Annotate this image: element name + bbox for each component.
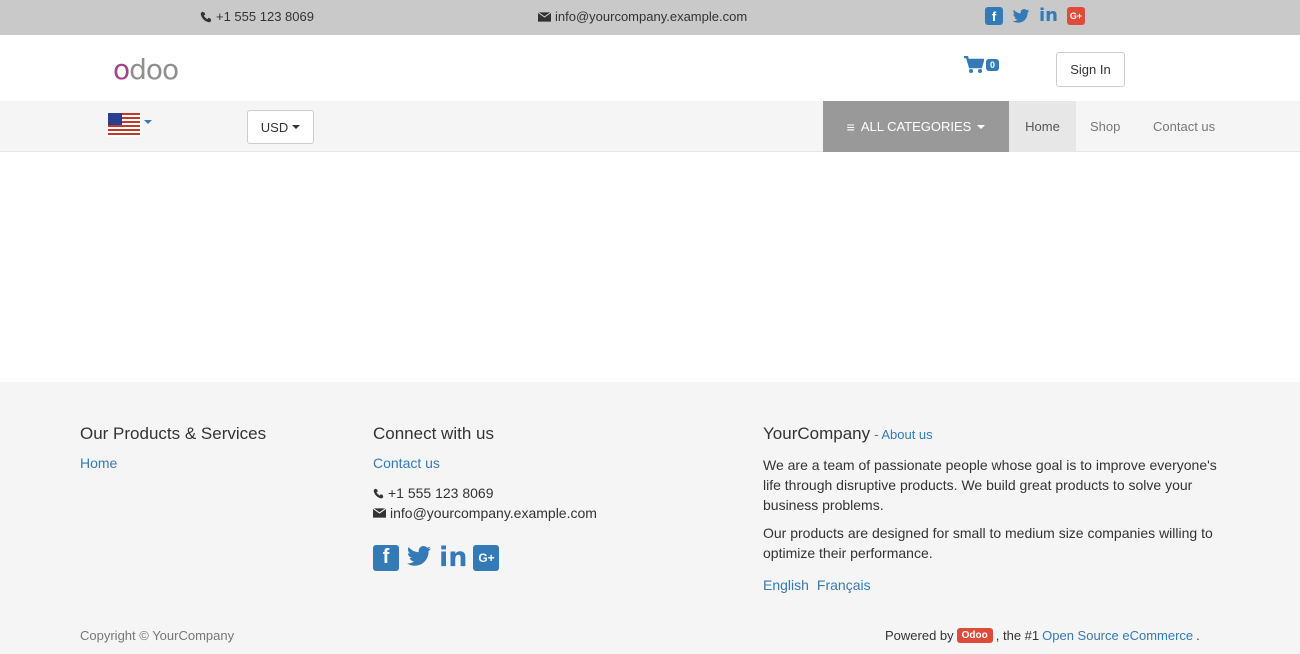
site-header: odoo 0 Sign In: [0, 35, 1300, 101]
language-caret-icon[interactable]: [144, 120, 152, 124]
footer-email: info@yourcompany.example.com: [373, 503, 597, 523]
phone-icon: [200, 11, 212, 22]
footer-connect-title: Connect with us: [373, 424, 494, 443]
sign-in-button[interactable]: Sign In: [1056, 52, 1125, 87]
linkedin-icon[interactable]: in: [439, 543, 467, 572]
open-source-ecommerce-link[interactable]: Open Source eCommerce: [1042, 628, 1193, 643]
main-nav: USD ≡ ALL CATEGORIES Home Shop Contact u…: [0, 101, 1300, 152]
google-plus-icon[interactable]: G+: [1066, 7, 1085, 25]
currency-dropdown[interactable]: USD: [247, 110, 314, 144]
phone-icon: [373, 488, 384, 498]
company-name: YourCompany: [763, 424, 871, 443]
bars-icon: ≡: [846, 118, 855, 135]
chevron-down-icon: [977, 124, 986, 129]
envelope-icon: [538, 11, 551, 22]
topbar-email-text: info@yourcompany.example.com: [555, 9, 748, 24]
nav-shop[interactable]: Shop: [1090, 101, 1120, 152]
footer-products-column: Our Products & Services Home: [80, 424, 266, 471]
footer-products-title: Our Products & Services: [80, 424, 267, 443]
all-categories-label: ALL CATEGORIES: [860, 119, 972, 134]
twitter-icon[interactable]: [405, 543, 433, 572]
powered-mid: , the #1: [995, 628, 1040, 643]
lang-french-link[interactable]: Français: [817, 577, 871, 593]
google-plus-icon[interactable]: G+: [473, 544, 500, 571]
us-flag-icon[interactable]: [108, 113, 140, 137]
footer-home-link[interactable]: Home: [80, 455, 266, 471]
footer-socials: f in G+: [373, 543, 597, 572]
language-links: English Français: [763, 577, 1223, 593]
shopping-cart-icon: [964, 56, 984, 73]
topbar-email: info@yourcompany.example.com: [538, 9, 747, 24]
nav-home[interactable]: Home: [1009, 101, 1076, 152]
footer-about-column: YourCompany - About us We are a team of p…: [763, 424, 1223, 593]
cart-count-badge: 0: [986, 59, 1000, 71]
topbar-socials: f in G+: [985, 7, 1085, 28]
footer-contact-link[interactable]: Contact us: [373, 455, 597, 471]
twitter-icon[interactable]: [1012, 7, 1030, 28]
lang-english-link[interactable]: English: [763, 577, 809, 593]
company-products-text: Our products are designed for small to m…: [763, 525, 1213, 561]
topbar-phone-text: +1 555 123 8069: [216, 9, 314, 24]
currency-label: USD: [260, 119, 289, 135]
footer-connect-column: Connect with us Contact us +1 555 123 80…: [373, 424, 597, 572]
topbar-phone: +1 555 123 8069: [200, 9, 314, 24]
facebook-icon[interactable]: f: [373, 544, 399, 571]
footer-company-title: YourCompany - About us: [763, 424, 1223, 444]
copyright-text: Copyright © YourCompany: [80, 628, 235, 643]
company-description: We are a team of passionate people whose…: [763, 457, 1217, 513]
nav-contact-us[interactable]: Contact us: [1153, 101, 1215, 152]
chevron-down-icon: [292, 125, 301, 129]
cart-button[interactable]: 0: [964, 56, 1000, 74]
footer-contact-info: +1 555 123 8069 info@yourcompany.example…: [373, 483, 597, 523]
footer-phone-text: +1 555 123 8069: [388, 485, 494, 501]
envelope-icon: [373, 508, 386, 518]
about-us-link[interactable]: - About us: [874, 427, 933, 442]
top-bar: +1 555 123 8069 info@yourcompany.example…: [0, 0, 1300, 35]
powered-by: Powered by Odoo , the #1 Open Source eCo…: [885, 628, 1200, 643]
odoo-badge[interactable]: Odoo: [956, 628, 993, 643]
linkedin-icon[interactable]: in: [1039, 7, 1058, 25]
odoo-logo[interactable]: odoo: [113, 53, 179, 86]
powered-prefix: Powered by: [885, 628, 954, 643]
powered-suffix: .: [1196, 628, 1200, 643]
footer-phone: +1 555 123 8069: [373, 483, 597, 503]
facebook-icon[interactable]: f: [985, 7, 1003, 25]
all-categories-dropdown[interactable]: ≡ ALL CATEGORIES: [823, 101, 1009, 152]
site-footer: Our Products & Services Home Connect wit…: [0, 382, 1300, 654]
footer-email-text: info@yourcompany.example.com: [390, 505, 597, 521]
